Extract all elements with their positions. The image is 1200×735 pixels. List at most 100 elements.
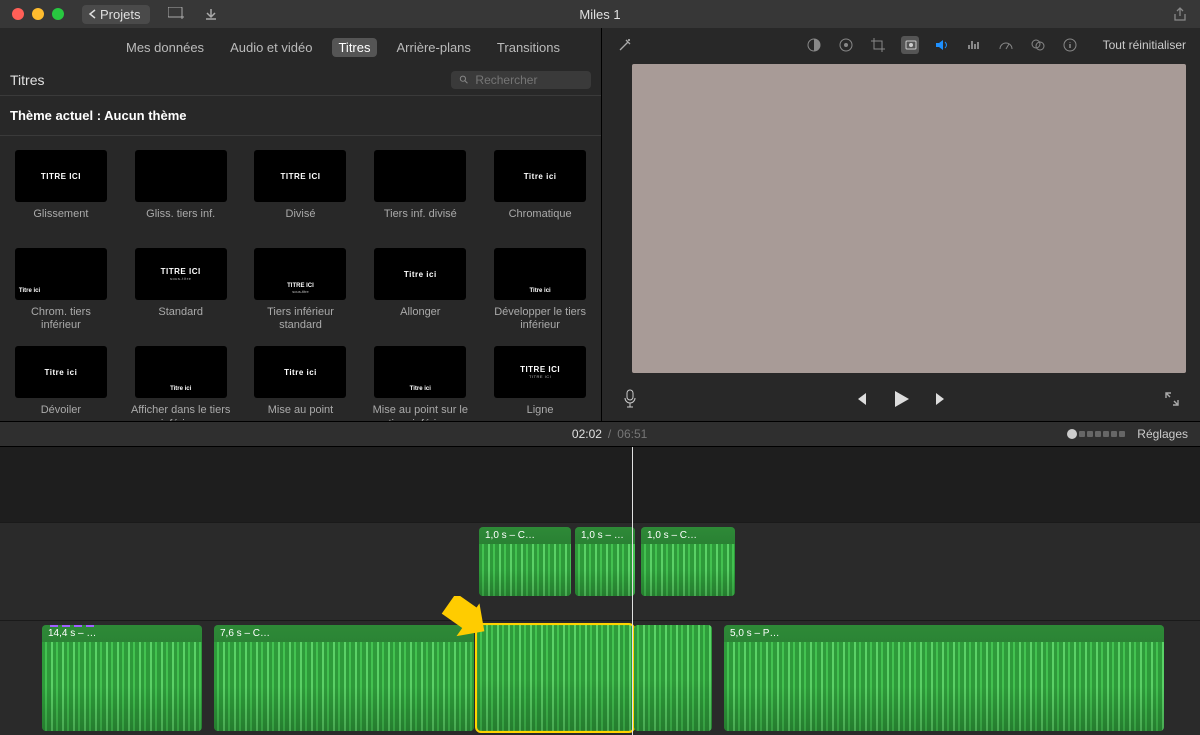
title-label: Gliss. tiers inf. — [146, 208, 215, 234]
title-thumbnail — [374, 150, 466, 202]
zoom-slider[interactable] — [1067, 429, 1125, 439]
timeline-track-upper[interactable]: 1,0 s – C…1,0 s – C…1,0 s – C… — [0, 522, 1200, 600]
filter-icon[interactable] — [1029, 36, 1047, 54]
microphone-icon[interactable] — [622, 389, 638, 409]
equalizer-icon[interactable] — [965, 36, 983, 54]
audio-clip[interactable]: 14,4 s – … — [42, 625, 202, 731]
timecode-separator: / — [608, 427, 611, 441]
timecode-total: 06:51 — [617, 427, 647, 441]
tab-audio-video[interactable]: Audio et vidéo — [224, 38, 318, 57]
search-input[interactable] — [475, 73, 583, 87]
magic-wand-icon[interactable] — [616, 36, 634, 54]
reset-button[interactable]: Tout réinitialiser — [1103, 38, 1186, 52]
title-label: Tiers inférieur standard — [250, 306, 352, 332]
title-thumbnail: Titre ici — [15, 346, 107, 398]
timeline[interactable]: 1,0 s – C…1,0 s – C…1,0 s – C… 14,4 s – … — [0, 447, 1200, 735]
viewer-canvas[interactable] — [632, 64, 1186, 373]
clip-label: 7,6 s – C… — [214, 625, 474, 642]
fullscreen-icon[interactable] — [1164, 391, 1180, 407]
prev-button[interactable] — [852, 390, 870, 408]
title-preset[interactable]: Titre iciChromatique — [489, 150, 591, 234]
volume-icon[interactable] — [933, 36, 951, 54]
share-icon[interactable] — [1172, 6, 1188, 22]
close-window[interactable] — [12, 8, 24, 20]
audio-clip[interactable]: 1,0 s – C… — [575, 527, 635, 596]
minimize-window[interactable] — [32, 8, 44, 20]
title-label: Afficher dans le tiers inférieur — [130, 404, 232, 421]
title-label: Développer le tiers inférieur — [489, 306, 591, 332]
tab-arriere-plans[interactable]: Arrière-plans — [391, 38, 477, 57]
media-import-icon[interactable] — [168, 7, 186, 21]
tab-titres[interactable]: Titres — [332, 38, 376, 57]
speedometer-icon[interactable] — [997, 36, 1015, 54]
info-icon[interactable] — [1061, 36, 1079, 54]
tab-mes-donnees[interactable]: Mes données — [120, 38, 210, 57]
title-label: Allonger — [400, 306, 440, 332]
title-thumbnail: Titre ici — [374, 248, 466, 300]
crop-icon[interactable] — [869, 36, 887, 54]
title-thumbnail: Titre ici — [494, 248, 586, 300]
title-label: Mise au point sur le tiers inférieur — [369, 404, 471, 421]
search-field[interactable] — [451, 71, 591, 89]
browser-filter-row: Titres — [0, 65, 601, 96]
title-thumbnail: TITRE ICI — [15, 150, 107, 202]
audio-clip[interactable] — [477, 625, 633, 731]
color-balance-icon[interactable] — [805, 36, 823, 54]
title-thumbnail: Titre ici — [374, 346, 466, 398]
next-button[interactable] — [932, 390, 950, 408]
timeline-track-lower[interactable]: 14,4 s – … 7,6 s – C… 5,0 s – P… — [0, 620, 1200, 735]
title-preset[interactable]: Gliss. tiers inf. — [130, 150, 232, 234]
audio-clip[interactable]: 5,0 s – P… — [724, 625, 1164, 731]
title-preset[interactable]: Titre ici Allonger — [369, 248, 471, 332]
clip-label: 14,4 s – … — [42, 625, 202, 642]
title-preset[interactable]: Titre iciChrom. tiers inférieur — [10, 248, 112, 332]
clip-label: 1,0 s – C… — [641, 527, 735, 544]
title-thumbnail: TITRE ICI — [254, 150, 346, 202]
tab-transitions[interactable]: Transitions — [491, 38, 566, 57]
title-thumbnail: TITRE ICITITRE ICI — [494, 346, 586, 398]
title-preset[interactable]: Tiers inf. divisé — [369, 150, 471, 234]
projects-back-button[interactable]: Projets — [82, 5, 150, 24]
project-title: Miles 1 — [579, 7, 620, 22]
title-preset[interactable]: Titre ici Mise au point sur le tiers infé… — [369, 346, 471, 421]
timecode-current: 02:02 — [572, 427, 602, 441]
title-preset[interactable]: TITRE ICIsous-titreTiers inférieur stand… — [250, 248, 352, 332]
clip-markers — [50, 625, 94, 627]
title-preset[interactable]: Titre ici Mise au point — [250, 346, 352, 421]
filter-label: Titres — [10, 72, 44, 88]
audio-clip[interactable]: 1,0 s – C… — [641, 527, 735, 596]
settings-button[interactable]: Réglages — [1137, 427, 1188, 441]
title-preset[interactable]: TITRE ICIsous-titre Standard — [130, 248, 232, 332]
title-label: Chromatique — [509, 208, 572, 234]
audio-clip[interactable]: 7,6 s – C… — [214, 625, 474, 731]
title-label: Divisé — [286, 208, 316, 234]
title-thumbnail: Titre ici — [15, 248, 107, 300]
color-wheel-icon[interactable] — [837, 36, 855, 54]
title-label: Standard — [158, 306, 203, 332]
title-label: Dévoiler — [41, 404, 81, 421]
browser-tabs: Mes données Audio et vidéo Titres Arrièr… — [0, 28, 601, 65]
title-preset[interactable]: Titre ici Développer le tiers inférieur — [489, 248, 591, 332]
title-thumbnail: TITRE ICIsous-titre — [135, 248, 227, 300]
play-button[interactable] — [890, 388, 912, 410]
maximize-window[interactable] — [52, 8, 64, 20]
title-preset[interactable]: TITRE ICI Glissement — [10, 150, 112, 234]
playhead[interactable] — [632, 447, 633, 735]
title-thumbnail — [135, 150, 227, 202]
title-label: Glissement — [33, 208, 88, 234]
title-preset[interactable]: TITRE ICITITRE ICILigne — [489, 346, 591, 421]
title-label: Tiers inf. divisé — [384, 208, 457, 234]
title-label: Mise au point — [268, 404, 333, 421]
import-icon[interactable] — [204, 7, 218, 21]
viewer-toolbar: Tout réinitialiser — [602, 28, 1200, 62]
title-preset[interactable]: Titre ici Dévoiler — [10, 346, 112, 421]
title-preset[interactable]: TITRE ICI Divisé — [250, 150, 352, 234]
theme-label: Thème actuel : Aucun thème — [0, 96, 601, 136]
window-controls — [12, 8, 64, 20]
title-thumbnail: Titre ici — [254, 346, 346, 398]
stabilize-icon[interactable] — [901, 36, 919, 54]
titles-grid: TITRE ICI Glissement Gliss. tiers inf. TITR… — [0, 136, 601, 421]
audio-clip[interactable] — [634, 625, 712, 731]
audio-clip[interactable]: 1,0 s – C… — [479, 527, 571, 596]
title-preset[interactable]: Titre iciAfficher dans le tiers inférieu… — [130, 346, 232, 421]
